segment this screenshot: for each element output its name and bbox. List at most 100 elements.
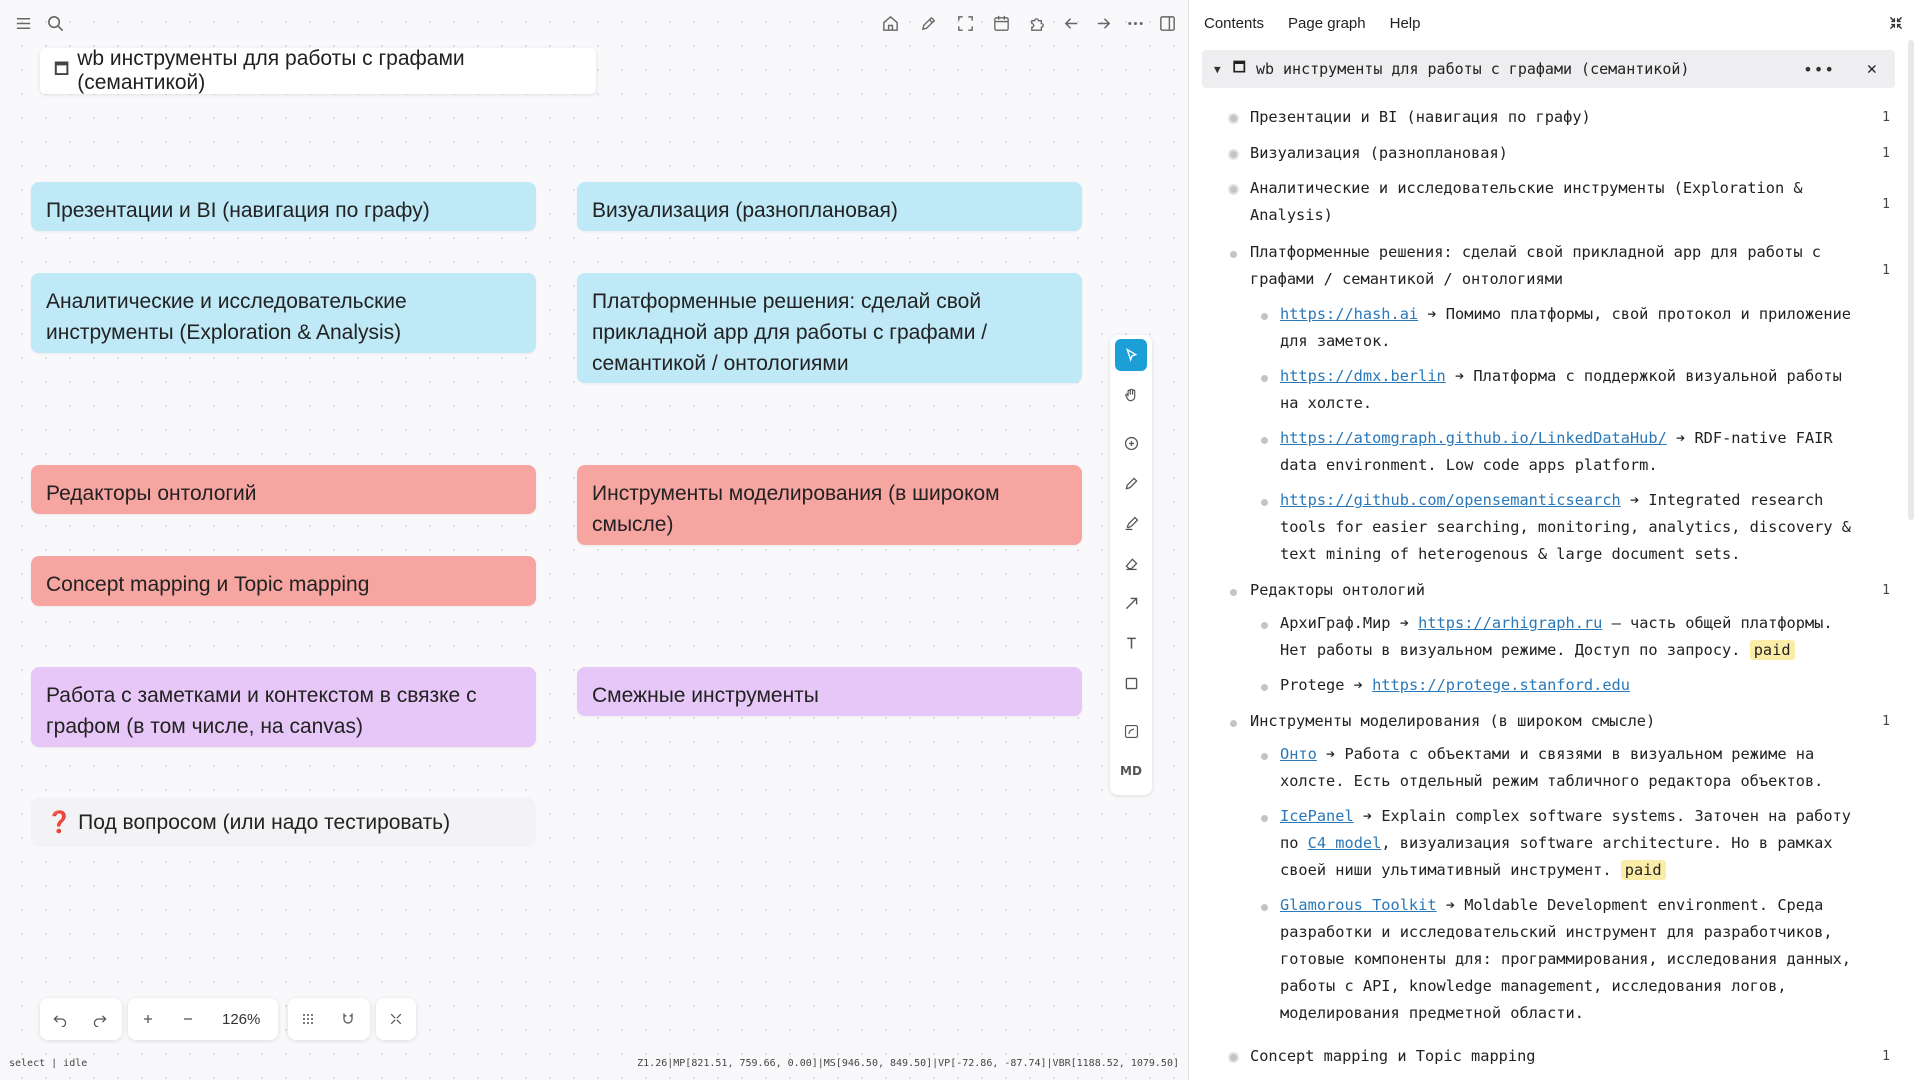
- tab-help[interactable]: Help: [1390, 15, 1421, 32]
- close-icon[interactable]: ✕: [1867, 59, 1877, 79]
- zoom-level[interactable]: 126%: [208, 1011, 274, 1028]
- link-icepanel[interactable]: IcePanel: [1280, 807, 1354, 825]
- zoom-out-icon[interactable]: [168, 998, 208, 1040]
- outline-item[interactable]: Платформенные решения: сделай свой прикл…: [1250, 239, 1821, 293]
- more-icon[interactable]: •••: [1803, 60, 1835, 79]
- tab-contents[interactable]: Contents: [1204, 15, 1264, 32]
- calendar-icon[interactable]: [986, 8, 1016, 38]
- bullet-icon[interactable]: [1228, 113, 1239, 124]
- eraser-tool-icon[interactable]: [1115, 547, 1147, 579]
- card-concept-mapping[interactable]: Concept mapping и Topic mapping: [31, 556, 536, 606]
- bullet-icon[interactable]: [1261, 684, 1268, 691]
- outline-item[interactable]: Редакторы онтологий: [1250, 577, 1425, 604]
- bullet-icon[interactable]: [1261, 437, 1268, 444]
- sidebar-toggle-icon[interactable]: [1152, 8, 1182, 38]
- undo-icon[interactable]: [40, 998, 80, 1040]
- rectangle-tool-icon[interactable]: [1115, 667, 1147, 699]
- card-notes-context[interactable]: Работа с заметками и контекстом в связке…: [31, 667, 536, 747]
- bullet-icon[interactable]: [1261, 313, 1268, 320]
- pen-tool-icon[interactable]: [1115, 467, 1147, 499]
- bullet-icon[interactable]: [1261, 622, 1268, 629]
- grid-icon[interactable]: [288, 998, 328, 1040]
- collapse-sidebar-icon[interactable]: [1886, 13, 1906, 33]
- paid-tag[interactable]: paid: [1749, 640, 1795, 660]
- bullet-icon[interactable]: [1228, 1052, 1239, 1063]
- menu-icon[interactable]: [8, 8, 38, 38]
- link-protege[interactable]: https://protege.stanford.edu: [1372, 676, 1630, 694]
- card-analytics-tools[interactable]: Аналитические и исследовательские инстру…: [31, 273, 536, 353]
- puzzle-icon[interactable]: [1022, 8, 1052, 38]
- card-modeling-tools[interactable]: Инструменты моделирования (в широком смы…: [577, 465, 1082, 545]
- link-glamorous-toolkit[interactable]: Glamorous Toolkit: [1280, 896, 1437, 914]
- redo-icon[interactable]: [80, 998, 120, 1040]
- ref-count: 1: [1882, 1049, 1890, 1064]
- hand-tool-icon[interactable]: [1115, 379, 1147, 411]
- tab-page-graph[interactable]: Page graph: [1288, 15, 1366, 32]
- outline-text: готовые компоненты для: программирования…: [1280, 950, 1851, 968]
- grid-controls: [288, 998, 370, 1040]
- outline-item-dmx: https://dmx.berlin ➔ Платформа с поддерж…: [1280, 363, 1842, 417]
- outline-item-arhigraph: АрхиГраф.Мир ➔ https://arhigraph.ru — ча…: [1280, 610, 1833, 664]
- page-header-block: ▼ 🗖 wb инструменты для работы с графами …: [1202, 50, 1895, 88]
- bullet-icon[interactable]: [1228, 184, 1239, 195]
- outline-text: tools for easier searching, monitoring, …: [1280, 518, 1851, 536]
- card-platform-solutions[interactable]: Платформенные решения: сделай свой прикл…: [577, 273, 1082, 383]
- link-opensemanticsearch[interactable]: https://github.com/opensemanticsearch: [1280, 491, 1621, 509]
- card-presentations-bi[interactable]: Презентации и BI (навигация по графу): [31, 182, 536, 231]
- markdown-tool-button[interactable]: MD: [1115, 755, 1147, 787]
- bullet-icon[interactable]: [1228, 149, 1239, 160]
- search-icon[interactable]: [40, 8, 70, 38]
- bullet-icon[interactable]: [1230, 589, 1237, 596]
- outline-item[interactable]: Concept mapping и Topic mapping: [1250, 1043, 1536, 1070]
- outline-text: ➔ RDF-native FAIR: [1666, 429, 1833, 447]
- outline-item[interactable]: Инструменты моделирования (в широком смы…: [1250, 708, 1655, 735]
- home-icon[interactable]: [875, 8, 905, 38]
- snap-magnet-icon[interactable]: [328, 998, 368, 1040]
- zoom-in-icon[interactable]: [128, 998, 168, 1040]
- outline-item[interactable]: Презентации и BI (навигация по графу): [1250, 104, 1591, 131]
- bullet-icon[interactable]: [1261, 904, 1268, 911]
- card-label: Аналитические и исследовательские инстру…: [46, 290, 407, 344]
- more-icon[interactable]: [1120, 8, 1150, 38]
- collapse-caret-icon[interactable]: ▼: [1214, 63, 1221, 76]
- bullet-icon[interactable]: [1261, 375, 1268, 382]
- outline-text: Презентации и BI (навигация по графу): [1250, 108, 1591, 126]
- link-atomgraph[interactable]: https://atomgraph.github.io/LinkedDataHu…: [1280, 429, 1667, 447]
- scrollbar[interactable]: [1908, 40, 1914, 520]
- bullet-icon[interactable]: [1261, 499, 1268, 506]
- link-onto[interactable]: Онто: [1280, 745, 1317, 763]
- bullet-icon[interactable]: [1261, 753, 1268, 760]
- frame-icon: 🗖: [54, 60, 70, 78]
- portal-tool-icon[interactable]: [1115, 715, 1147, 747]
- bullet-icon[interactable]: [1230, 720, 1237, 727]
- bullet-icon[interactable]: [1261, 815, 1268, 822]
- outline-text: , визуализация software architecture. Но…: [1381, 834, 1833, 852]
- outline-text: ➔ Платформа с поддержкой визуальной рабо…: [1445, 367, 1842, 385]
- arrow-right-icon[interactable]: [1088, 8, 1118, 38]
- whiteboard-canvas[interactable]: 🗖 wb инструменты для работы с графами (с…: [0, 0, 1189, 1080]
- paid-tag[interactable]: paid: [1620, 860, 1666, 880]
- card-under-question[interactable]: ❓ Под вопросом (или надо тестировать): [31, 798, 536, 847]
- arrow-tool-icon[interactable]: [1115, 587, 1147, 619]
- bullet-icon[interactable]: [1230, 251, 1237, 258]
- link-arhigraph[interactable]: https://arhigraph.ru: [1418, 614, 1602, 632]
- pencil-icon[interactable]: [913, 8, 943, 38]
- card-related-tools[interactable]: Смежные инструменты: [577, 667, 1082, 716]
- frame-title[interactable]: 🗖 wb инструменты для работы с графами (с…: [40, 47, 596, 94]
- card-ontology-editors[interactable]: Редакторы онтологий: [31, 465, 536, 514]
- outline-item[interactable]: Визуализация (разноплановая): [1250, 140, 1508, 167]
- link-hash[interactable]: https://hash.ai: [1280, 305, 1418, 323]
- link-dmx[interactable]: https://dmx.berlin: [1280, 367, 1446, 385]
- text-tool-icon[interactable]: [1115, 627, 1147, 659]
- select-tool-icon[interactable]: [1115, 339, 1147, 371]
- outline-item[interactable]: Аналитические и исследовательские инстру…: [1250, 175, 1803, 229]
- misc-controls: [376, 998, 416, 1040]
- highlighter-tool-icon[interactable]: [1115, 507, 1147, 539]
- link-c4-model[interactable]: C4 model: [1308, 834, 1382, 852]
- add-node-icon[interactable]: [1115, 427, 1147, 459]
- fullscreen-icon[interactable]: [950, 8, 980, 38]
- card-visualization[interactable]: Визуализация (разноплановая): [577, 182, 1082, 231]
- collapse-icon[interactable]: [376, 998, 416, 1040]
- arrow-left-icon[interactable]: [1056, 8, 1086, 38]
- card-label: Смежные инструменты: [592, 684, 819, 707]
